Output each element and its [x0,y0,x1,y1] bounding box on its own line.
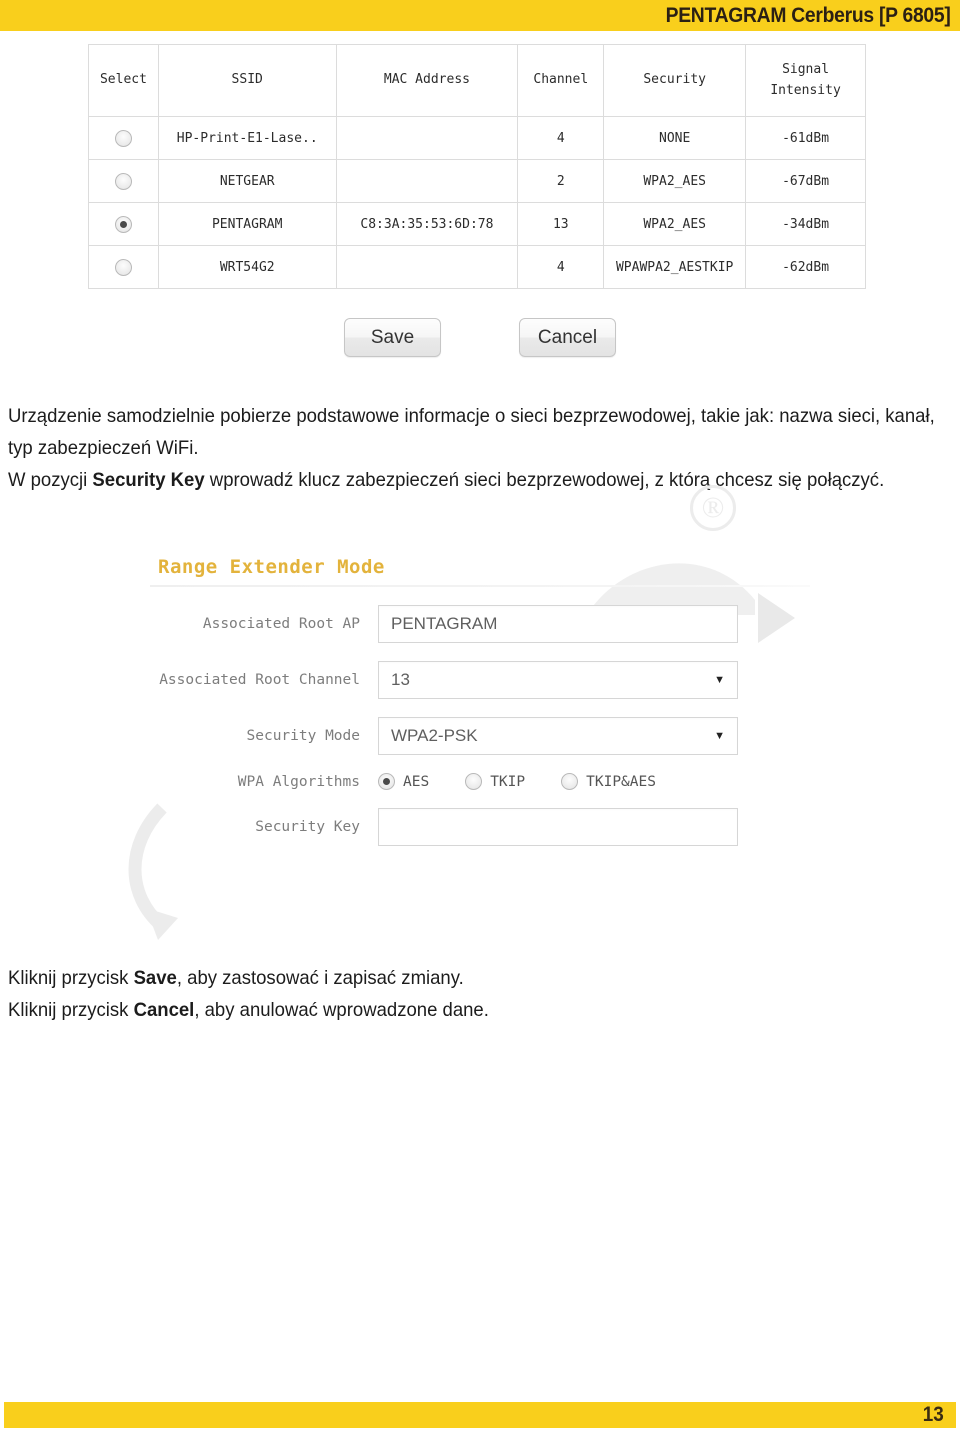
cell-ssid: HP-Print-E1-Lase.. [157,116,337,160]
page-number: 13 [922,1403,944,1426]
instruction-line-2-prefix: W pozycji [8,469,93,491]
wpa-algorithm-option-tkip-aes[interactable]: TKIP&AES [561,773,656,790]
cell-select[interactable] [88,202,159,246]
cancel-term: Cancel [133,999,195,1021]
column-header-channel: Channel [517,44,605,117]
security-key-term: Security Key [92,469,205,491]
label-wpa-algorithms: WPA Algorithms [237,773,360,790]
instruction-line-1: Urządzenie samodzielnie pobierze podstaw… [8,405,935,459]
instruction-line-2-suffix: wprowadź klucz zabezpieczeń sieci bezprz… [204,469,885,491]
save-term: Save [133,967,177,989]
chevron-down-icon: ▼ [714,673,725,686]
page-header-band: PENTAGRAM Cerberus [P 6805] [0,0,960,31]
cell-mac [335,159,519,203]
column-header-signal-intensity: Signal Intensity [745,44,866,117]
cell-ssid: NETGEAR [157,159,337,203]
cell-security: WPA2_AES [603,159,747,203]
network-select-radio[interactable] [114,258,132,276]
network-select-radio[interactable] [114,129,132,147]
save-instruction-suffix: , aby zastosować i zapisać zmiany. [176,967,464,989]
table-row[interactable]: HP-Print-E1-Lase.. 4 NONE -61dBm [88,116,866,160]
wpa-algorithms-radio-group: AES TKIP TKIP&AES [378,773,656,790]
network-select-radio[interactable] [114,172,132,190]
signal-header-line-1: Signal [782,62,830,78]
cell-channel: 13 [517,202,605,246]
table-action-buttons: Save Cancel [0,318,960,357]
associated-root-channel-select[interactable]: 13 ▼ [378,661,738,699]
cancel-button[interactable]: Cancel [519,318,616,357]
column-header-ssid: SSID [157,44,337,117]
cell-security: WPAWPA2_AESTKIP [603,245,747,289]
cancel-instruction-prefix: Kliknij przycisk [8,999,134,1021]
radio-tkip-aes[interactable] [561,773,579,790]
cell-select[interactable] [88,245,159,289]
page-title: PENTAGRAM Cerberus [P 6805] [665,3,951,27]
wpa-algorithm-label-tkip-aes: TKIP&AES [586,773,656,790]
cell-ssid: WRT54G2 [157,245,337,289]
security-mode-select[interactable]: WPA2-PSK ▼ [378,717,738,755]
table-row[interactable]: WRT54G2 4 WPAWPA2_AESTKIP -62dBm [88,245,866,289]
form-row-security-mode: Security Mode WPA2-PSK ▼ [150,717,810,755]
signal-header-line-2: Intensity [770,82,841,98]
table-header-row: Select SSID MAC Address Channel Security… [88,44,866,117]
wpa-algorithm-option-aes[interactable]: AES [378,773,429,790]
page-footer-band: 13 [4,1402,956,1428]
cell-signal: -34dBm [745,202,866,246]
cell-signal: -61dBm [745,116,866,160]
column-header-security: Security [603,44,747,117]
save-button[interactable]: Save [344,318,441,357]
label-security-key: Security Key [255,819,360,835]
label-associated-root-ap: Associated Root AP [202,616,360,632]
table-body: HP-Print-E1-Lase.. 4 NONE -61dBm NETGEAR… [88,116,866,289]
cell-ssid: PENTAGRAM [157,202,337,246]
wpa-algorithm-label-tkip: TKIP [490,773,526,790]
cell-mac [335,116,519,160]
cell-mac [335,245,519,289]
cell-channel: 4 [517,116,605,160]
instruction-paragraph-bottom: Kliknij przycisk Save, aby zastosować i … [8,962,939,1026]
table-header: Select SSID MAC Address Channel Security… [88,44,866,117]
range-extender-form: Range Extender Mode Associated Root AP P… [150,556,810,846]
form-title-divider [150,585,810,587]
form-row-root-channel: Associated Root Channel 13 ▼ [150,661,810,699]
form-row-wpa-algorithms: WPA Algorithms AES TKIP TKIP&AES [150,773,810,790]
table-row[interactable]: PENTAGRAM C8:3A:35:53:6D:78 13 WPA2_AES … [88,202,866,246]
column-header-select: Select [88,44,159,117]
label-associated-root-channel: Associated Root Channel [159,672,360,688]
wpa-algorithm-label-aes: AES [403,773,430,790]
cell-signal: -67dBm [745,159,866,203]
wpa-algorithm-option-tkip[interactable]: TKIP [465,773,525,790]
instruction-paragraph-top: Urządzenie samodzielnie pobierze podstaw… [8,400,939,496]
cell-security: NONE [603,116,747,160]
cell-signal: -62dBm [745,245,866,289]
cell-mac: C8:3A:35:53:6D:78 [335,202,519,246]
chevron-down-icon: ▼ [714,729,725,742]
column-header-mac-address: MAC Address [335,44,519,117]
cell-channel: 4 [517,245,605,289]
cancel-instruction-suffix: , aby anulować wprowadzone dane. [194,999,489,1021]
wifi-scan-table-container: Select SSID MAC Address Channel Security… [88,44,866,289]
associated-root-ap-input[interactable]: PENTAGRAM [378,605,738,643]
associated-root-channel-value: 13 [391,670,410,689]
security-key-input[interactable] [378,808,738,846]
cell-channel: 2 [517,159,605,203]
form-section-title: Range Extender Mode [158,556,385,578]
form-row-security-key: Security Key [150,808,810,846]
label-security-mode: Security Mode [246,728,361,744]
wifi-scan-table: Select SSID MAC Address Channel Security… [88,44,866,289]
security-mode-value: WPA2-PSK [391,726,478,745]
save-instruction-prefix: Kliknij przycisk [8,967,134,989]
cell-select[interactable] [88,116,159,160]
radio-aes[interactable] [378,773,395,790]
table-row[interactable]: NETGEAR 2 WPA2_AES -67dBm [88,159,866,203]
cell-select[interactable] [88,159,159,203]
network-select-radio-selected[interactable] [114,215,132,233]
form-row-root-ap: Associated Root AP PENTAGRAM [150,605,810,643]
radio-tkip[interactable] [465,773,483,790]
cell-security: WPA2_AES [603,202,747,246]
